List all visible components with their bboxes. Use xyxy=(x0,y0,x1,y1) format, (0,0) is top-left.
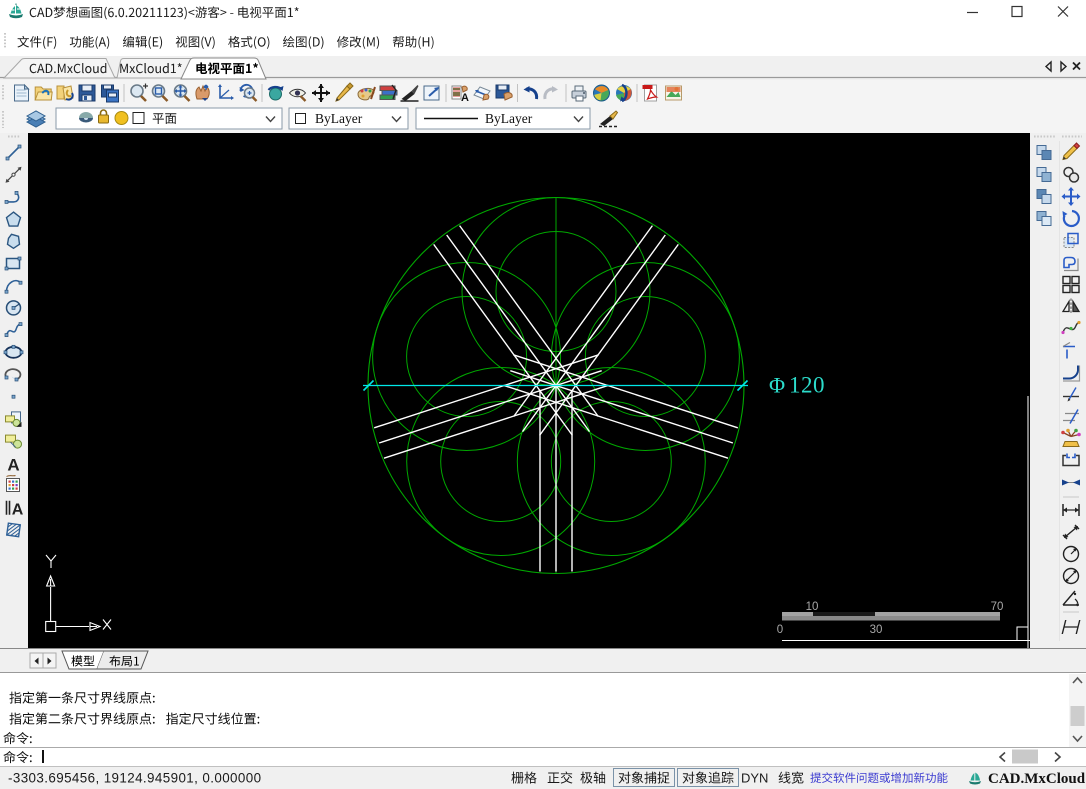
svg-text:Φ: Φ xyxy=(769,373,785,398)
svg-text:ByLayer: ByLayer xyxy=(485,111,533,126)
svg-text:70: 70 xyxy=(991,601,1004,613)
svg-text:A: A xyxy=(12,502,24,519)
svg-text:CAD.MxCloud: CAD.MxCloud xyxy=(988,771,1086,787)
svg-text:120: 120 xyxy=(789,373,825,398)
svg-text:0: 0 xyxy=(777,624,783,636)
svg-text:10: 10 xyxy=(806,601,819,613)
svg-text:-3303.695456, 19124.945901,: -3303.695456, 19124.945901, 0.000000 xyxy=(8,771,261,786)
svg-text:ByLayer: ByLayer xyxy=(315,111,363,126)
svg-text:30: 30 xyxy=(870,624,883,636)
svg-text:A: A xyxy=(461,92,469,104)
svg-text:A: A xyxy=(7,455,19,474)
svg-text:DYN: DYN xyxy=(741,771,768,786)
